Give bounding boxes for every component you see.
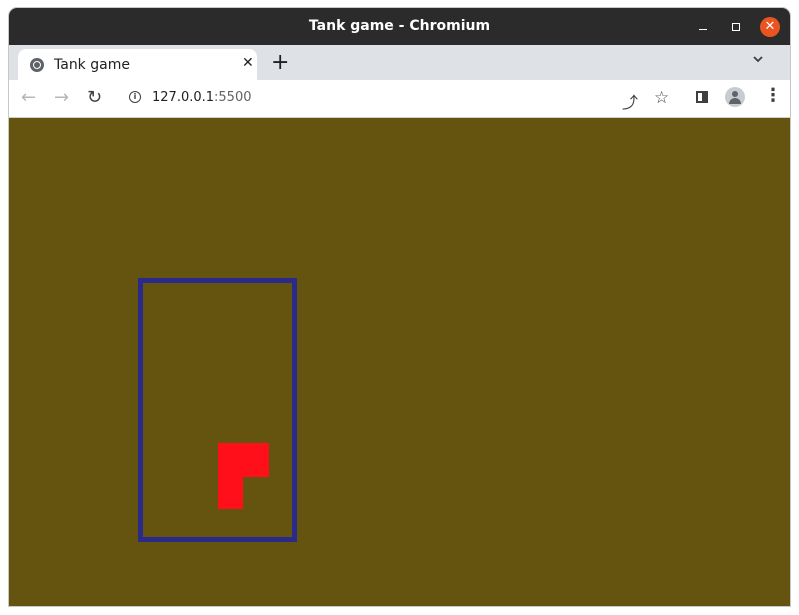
title-bar: Tank game - Chromium ✕ — [9, 8, 790, 45]
tank-body-lower — [218, 477, 243, 509]
share-icon[interactable]: ⤴ — [622, 89, 638, 113]
profile-avatar-icon[interactable] — [725, 87, 745, 107]
url-port: :5500 — [214, 90, 252, 105]
url-host: 127.0.0.1 — [152, 90, 215, 105]
tab-strip: Tank game ✕ + — [9, 45, 790, 80]
browser-toolbar: ← → ↻ i 127.0.0.1:5500 ⤴ ☆ ⋮ — [9, 80, 790, 118]
back-button[interactable]: ← — [21, 88, 36, 108]
info-icon[interactable]: i — [129, 91, 141, 103]
forward-button[interactable]: → — [54, 88, 69, 108]
globe-icon — [30, 58, 44, 72]
new-tab-button[interactable]: + — [271, 50, 289, 75]
tab-title: Tank game — [54, 57, 130, 73]
kebab-menu-icon[interactable]: ⋮ — [764, 86, 782, 106]
game-canvas[interactable] — [9, 118, 790, 606]
chevron-down-icon[interactable] — [752, 53, 764, 65]
tab-close-icon[interactable]: ✕ — [242, 55, 254, 71]
tank-body — [218, 443, 269, 477]
close-window-button[interactable]: ✕ — [760, 17, 780, 37]
address-bar[interactable]: i 127.0.0.1:5500 — [118, 84, 681, 112]
maximize-button[interactable] — [726, 17, 746, 37]
reload-button[interactable]: ↻ — [87, 88, 102, 108]
bookmark-star-icon[interactable]: ☆ — [654, 88, 669, 108]
tab-tank-game[interactable]: Tank game ✕ — [18, 49, 257, 80]
window-title: Tank game - Chromium — [308, 18, 491, 34]
url-text[interactable]: 127.0.0.1:5500 — [152, 90, 252, 105]
side-panel-icon[interactable] — [696, 91, 708, 103]
minimize-button[interactable] — [693, 17, 713, 37]
browser-window: Tank game - Chromium ✕ Tank game ✕ + ← →… — [9, 8, 790, 606]
